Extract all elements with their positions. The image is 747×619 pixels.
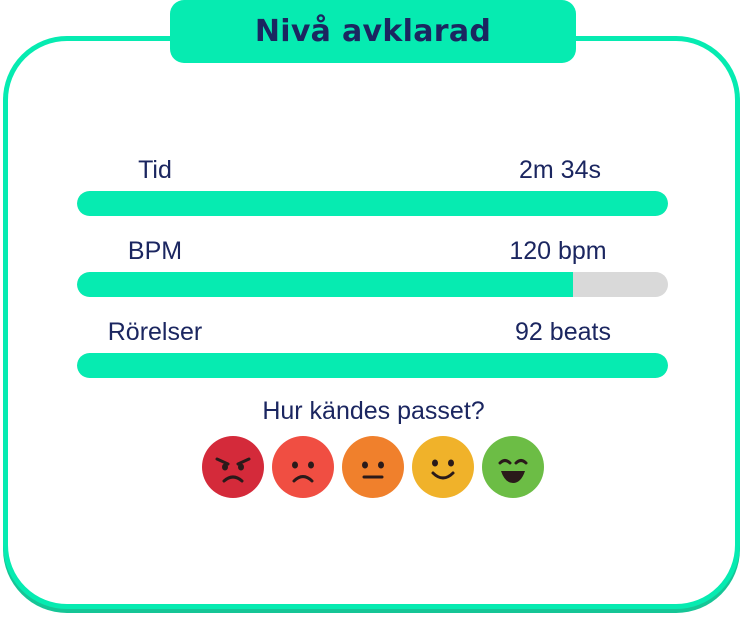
- rating-angry-button[interactable]: [201, 435, 265, 499]
- title-banner: Nivå avklarad: [170, 0, 576, 63]
- angry-face-icon: [202, 436, 264, 498]
- rating-sad-button[interactable]: [271, 435, 335, 499]
- progress-bar-time: [77, 191, 668, 216]
- progress-fill-moves: [77, 353, 668, 378]
- very-happy-face-icon: [482, 436, 544, 498]
- feedback-question: Hur kändes passet?: [262, 397, 485, 425]
- progress-fill-time: [77, 191, 668, 216]
- stat-value-bpm: 120 bpm: [509, 237, 607, 265]
- progress-bar-moves: [77, 353, 668, 378]
- rating-happy-button[interactable]: [411, 435, 475, 499]
- rating-very-happy-button[interactable]: [481, 435, 545, 499]
- page-title: Nivå avklarad: [254, 14, 492, 49]
- progress-fill-bpm: [77, 272, 574, 297]
- neutral-face-icon: [342, 436, 404, 498]
- rating-faces: [201, 435, 545, 499]
- stat-value-time: 2m 34s: [519, 156, 601, 184]
- stat-label-bpm: BPM: [127, 237, 183, 265]
- sad-face-icon: [272, 436, 334, 498]
- rating-neutral-button[interactable]: [341, 435, 405, 499]
- stat-value-moves: 92 beats: [515, 318, 611, 346]
- progress-bar-bpm: [77, 272, 668, 297]
- happy-face-icon: [412, 436, 474, 498]
- stat-label-moves: Rörelser: [107, 318, 203, 346]
- stat-label-time: Tid: [138, 156, 172, 184]
